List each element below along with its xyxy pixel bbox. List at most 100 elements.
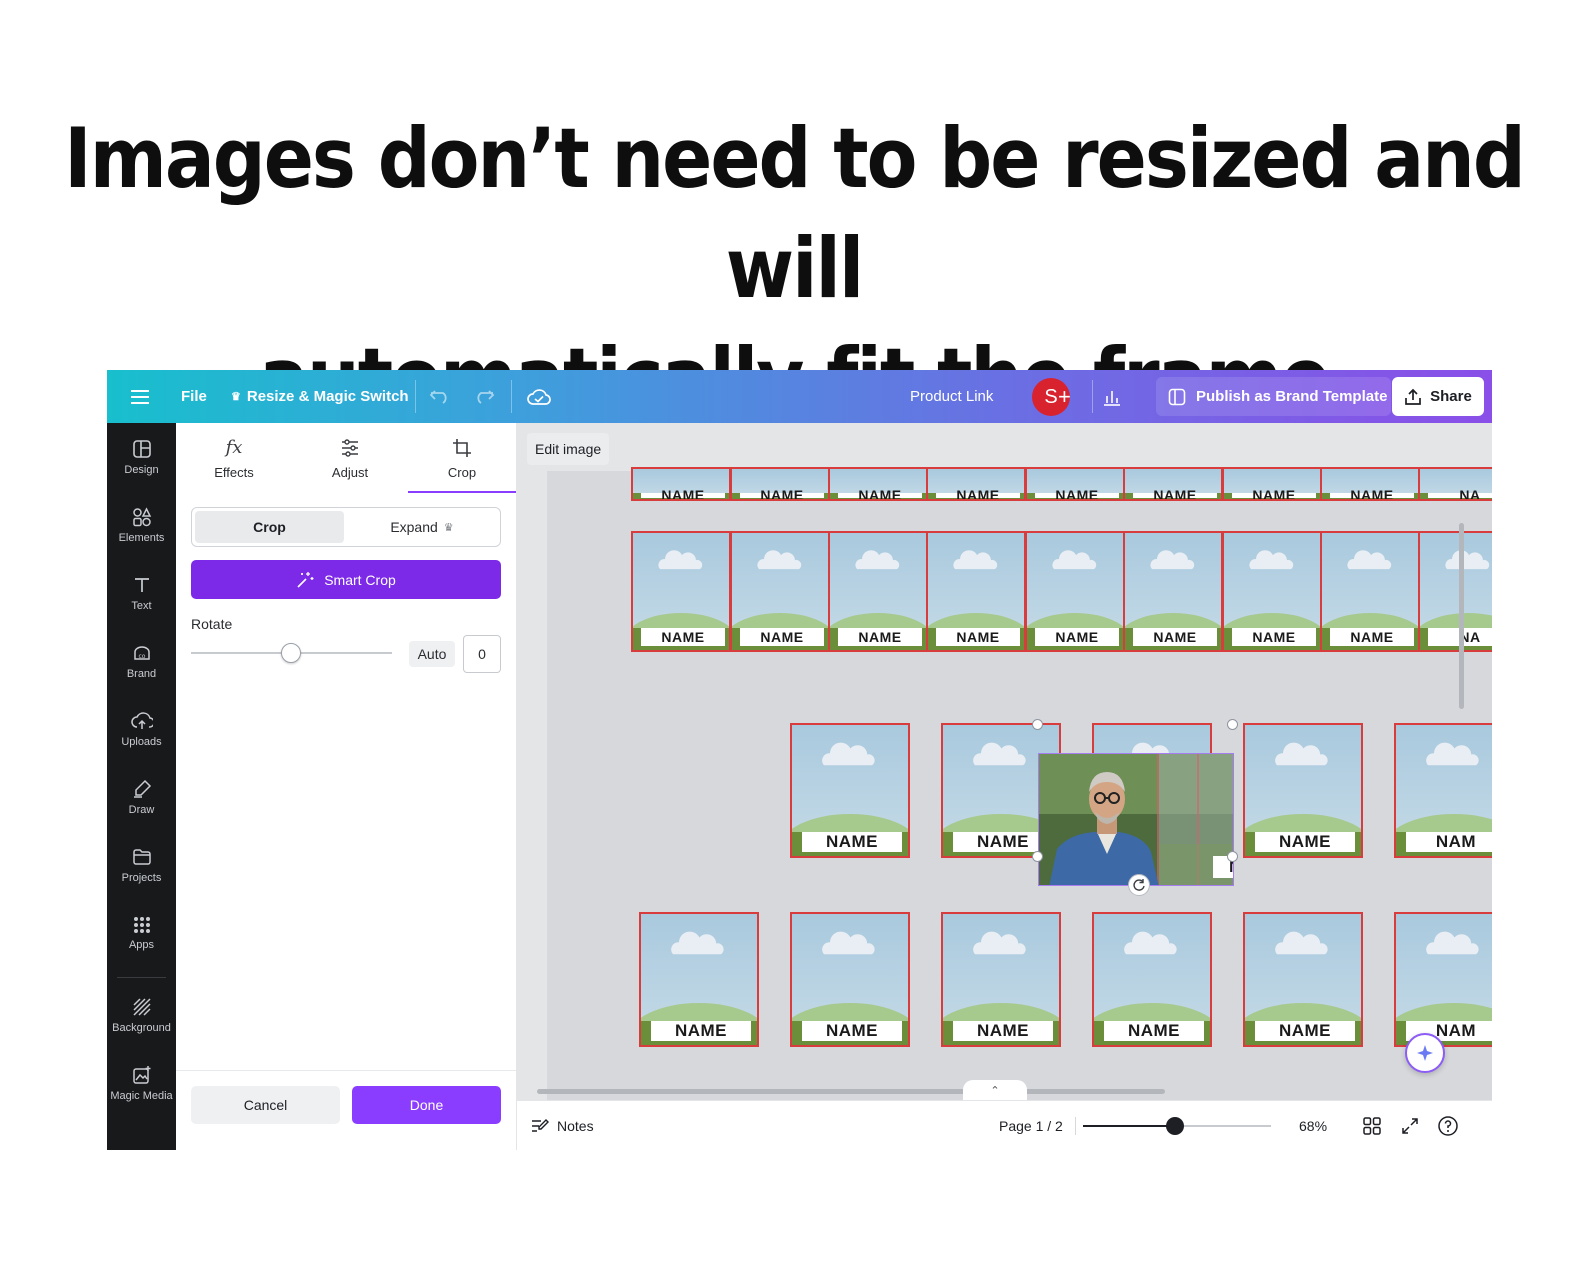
zoom-slider-thumb[interactable]	[1166, 1117, 1185, 1135]
rail-item-uploads[interactable]: Uploads	[107, 699, 176, 759]
cloud-graphic	[1246, 548, 1296, 576]
vertical-scrollbar[interactable]	[1459, 523, 1464, 709]
name-frame[interactable]: NAME	[1123, 467, 1223, 501]
name-frame[interactable]: NAME	[828, 531, 928, 652]
active-tab-indicator	[408, 491, 516, 493]
name-frame[interactable]: NA	[1418, 467, 1492, 501]
rail-label: Magic Media	[110, 1089, 173, 1102]
name-frame[interactable]: NAME	[1222, 467, 1322, 501]
name-frame[interactable]: NAME	[1243, 912, 1363, 1047]
auto-rotate-button[interactable]: Auto	[409, 641, 455, 667]
share-button[interactable]: Share	[1392, 377, 1484, 416]
name-frame[interactable]: NAME	[730, 531, 830, 652]
rail-label: Background	[112, 1021, 171, 1034]
cloud-graphic	[1120, 930, 1180, 961]
name-frame[interactable]: NAME	[1025, 531, 1125, 652]
notes-button[interactable]: Notes	[531, 1101, 594, 1150]
name-frame[interactable]: NAM	[1394, 912, 1492, 1047]
fx-icon: fx	[225, 437, 243, 458]
crown-icon: ♛	[231, 391, 241, 403]
name-frame[interactable]: NAME	[631, 531, 731, 652]
tab-adjust[interactable]: Adjust	[292, 423, 408, 493]
expand-segment[interactable]: Expand ♛	[347, 511, 497, 543]
cancel-button[interactable]: Cancel	[191, 1086, 340, 1124]
selected-photo[interactable]: NAME	[1038, 753, 1234, 886]
product-link[interactable]: Product Link	[910, 370, 993, 423]
name-frame[interactable]: NAME	[1222, 531, 1322, 652]
name-frame[interactable]: NAME	[828, 467, 928, 501]
cloud-graphic	[1049, 548, 1099, 576]
rail-item-apps[interactable]: Apps	[107, 903, 176, 963]
name-label: NAME	[1133, 628, 1217, 647]
name-frame[interactable]: NAME	[790, 723, 910, 858]
top-bar: File ♛ Resize & Magic Switch Product Lin…	[107, 370, 1492, 423]
rail-label: Uploads	[121, 735, 162, 748]
name-frame[interactable]: NAME	[926, 467, 1026, 501]
selection-handle[interactable]	[1032, 851, 1043, 862]
magic-assistant-button[interactable]	[1405, 1033, 1445, 1073]
rotate-handle-icon[interactable]	[1128, 874, 1150, 896]
rail-item-draw[interactable]: Draw	[107, 767, 176, 827]
name-frame[interactable]: NAME	[1243, 723, 1363, 858]
name-frame[interactable]: NAME	[1092, 912, 1212, 1047]
name-frame[interactable]: NAME	[790, 912, 910, 1047]
tab-effects[interactable]: fx Effects	[176, 423, 292, 493]
rail-label: Draw	[128, 803, 155, 816]
add-collaborator-icon[interactable]: +	[1058, 370, 1071, 423]
name-frame[interactable]: NAME	[926, 531, 1026, 652]
grid-icon	[133, 916, 150, 933]
page-indicator[interactable]: Page 1 / 2	[999, 1101, 1063, 1150]
pen-icon	[133, 779, 151, 798]
name-frame[interactable]: NAME	[1123, 531, 1223, 652]
selection-handle[interactable]	[1227, 851, 1238, 862]
name-frame[interactable]: NAM	[1394, 723, 1492, 858]
zoom-level[interactable]: 68%	[1299, 1101, 1327, 1150]
name-frame[interactable]: NAME	[941, 912, 1061, 1047]
rail-item-projects[interactable]: Projects	[107, 835, 176, 895]
name-label: NAME	[740, 628, 824, 647]
name-frame[interactable]: NA	[1418, 531, 1492, 652]
selection-handle[interactable]	[1032, 719, 1043, 730]
name-frame[interactable]: NAME	[1025, 467, 1125, 501]
rotate-slider-thumb[interactable]	[281, 643, 301, 663]
horizontal-scrollbar[interactable]	[537, 1089, 1165, 1094]
show-pages-chevron-icon[interactable]: ⌃	[963, 1080, 1027, 1100]
hamburger-icon[interactable]	[131, 370, 149, 423]
redo-icon[interactable]	[473, 370, 495, 423]
editor-window: File ♛ Resize & Magic Switch Product Lin…	[107, 370, 1492, 1150]
rail-item-design[interactable]: Design	[107, 427, 176, 487]
rail-item-brand[interactable]: co Brand	[107, 631, 176, 691]
insights-chart-icon[interactable]	[1102, 370, 1122, 423]
smart-crop-button[interactable]: Smart Crop	[191, 560, 501, 599]
rail-item-magic-media[interactable]: Magic Media	[107, 1053, 176, 1113]
name-frame[interactable]: NAME	[1320, 467, 1420, 501]
design-canvas: Edit image NAME NAME NAME NAME NAME NAME NAME N…	[517, 423, 1492, 1100]
rotate-input[interactable]: 0	[463, 635, 501, 673]
edit-image-button[interactable]: Edit image	[527, 433, 610, 465]
undo-icon[interactable]	[429, 370, 451, 423]
sparkle-wand-icon	[297, 571, 314, 588]
fullscreen-icon[interactable]	[1401, 1117, 1419, 1138]
publish-brand-template-button[interactable]: Publish as Brand Template	[1156, 377, 1391, 416]
name-frame[interactable]: NAME	[1320, 531, 1420, 652]
crop-segment[interactable]: Crop	[195, 511, 344, 543]
name-label: NAME	[936, 487, 1020, 499]
resize-magic-switch-button[interactable]: ♛ Resize & Magic Switch	[231, 370, 409, 423]
help-icon[interactable]	[1437, 1115, 1459, 1140]
file-menu[interactable]: File	[181, 370, 207, 423]
notes-label: Notes	[557, 1118, 594, 1134]
done-button[interactable]: Done	[352, 1086, 501, 1124]
cloud-graphic	[754, 548, 804, 576]
name-frame[interactable]: NAME	[631, 467, 731, 501]
side-rail: Design Elements Text co Brand Uploads Dr…	[107, 423, 176, 1150]
tab-crop[interactable]: Crop	[408, 423, 516, 493]
selection-handle[interactable]	[1227, 719, 1238, 730]
grid-view-icon[interactable]	[1363, 1117, 1381, 1138]
name-label: NAME	[1254, 1020, 1356, 1041]
name-frame[interactable]: NAME	[639, 912, 759, 1047]
rail-item-background[interactable]: Background	[107, 985, 176, 1045]
rail-item-text[interactable]: Text	[107, 563, 176, 623]
cloud-saved-icon[interactable]	[527, 370, 551, 423]
name-frame[interactable]: NAME	[730, 467, 830, 501]
rail-item-elements[interactable]: Elements	[107, 495, 176, 555]
